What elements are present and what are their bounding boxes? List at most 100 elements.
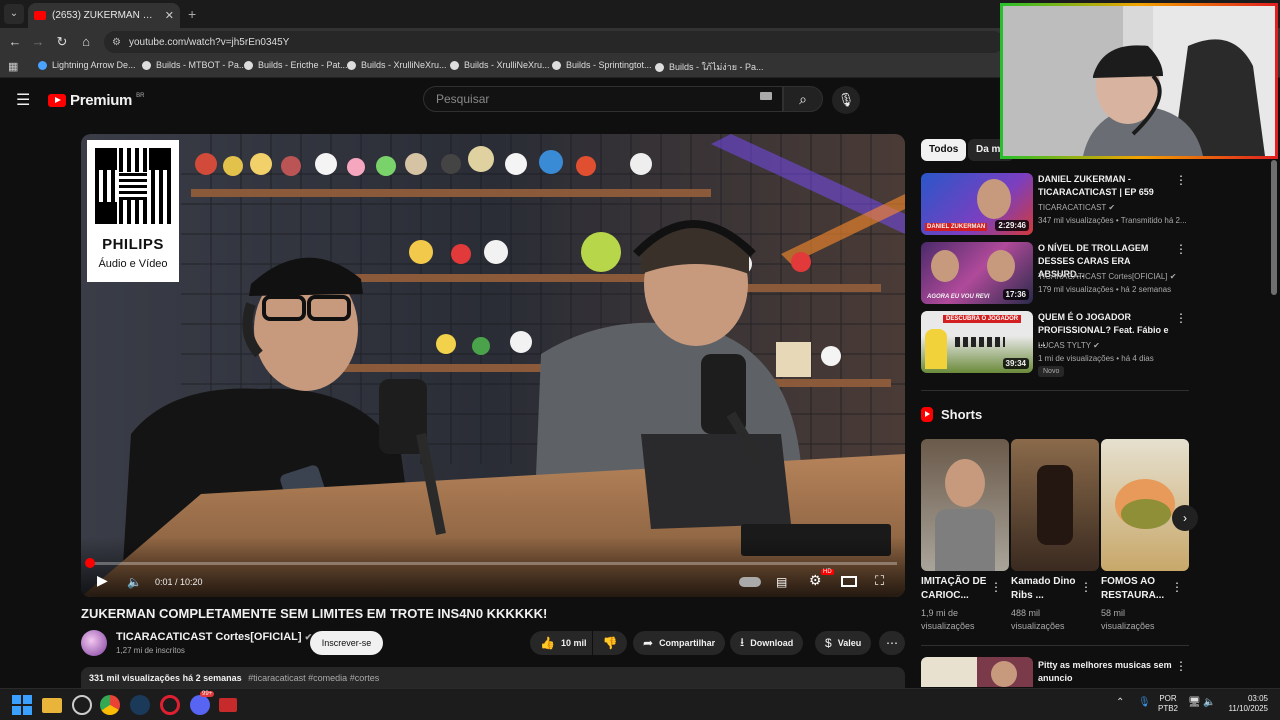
bookmark-item[interactable]: Builds - MTBOT - Pa...: [142, 60, 246, 70]
volume-icon[interactable]: 🔈: [127, 575, 142, 589]
volume-tray-icon[interactable]: 🔈: [1203, 697, 1215, 708]
video-thumbnail[interactable]: AGORA EU VOU REVI 17:36: [921, 242, 1033, 304]
chrome-icon[interactable]: [100, 695, 120, 715]
hashtags[interactable]: #ticaracaticast #comedia #cortes: [248, 673, 379, 683]
short-title[interactable]: Kamado Dino Ribs ...: [1011, 575, 1087, 603]
bookmark-item[interactable]: Builds - Ericthe - Pat...: [244, 60, 348, 70]
subtitles-icon[interactable]: ▤: [776, 575, 787, 589]
chip-all[interactable]: Todos: [921, 139, 967, 161]
bookmark-item[interactable]: Builds - XrulliNeXru...: [347, 60, 447, 70]
bookmark-item[interactable]: Builds - XrulliNeXru...: [450, 60, 550, 70]
more-vertical-icon[interactable]: ⋮: [1175, 242, 1187, 256]
fullscreen-icon[interactable]: ⛶: [875, 573, 884, 589]
play-icon[interactable]: ▶: [97, 572, 108, 589]
search-button[interactable]: ⌕: [783, 86, 823, 112]
bookmark-label: Builds - XrulliNeXru...: [464, 60, 550, 70]
share-button[interactable]: ➦ Compartilhar: [633, 631, 726, 655]
input-language[interactable]: POR PTB2: [1158, 694, 1178, 714]
video-thumbnail[interactable]: [921, 657, 1033, 687]
channel-avatar[interactable]: [81, 630, 107, 656]
bookmark-item[interactable]: Lightning Arrow De...: [38, 60, 136, 70]
more-actions-button[interactable]: ⋯: [879, 631, 905, 655]
dislike-button[interactable]: 👎: [593, 631, 627, 655]
youtube-logo[interactable]: Premium BR: [48, 92, 144, 109]
new-tab-icon[interactable]: +: [188, 6, 196, 22]
video-frame: [81, 134, 905, 597]
system-clock[interactable]: 03:05 11/10/2025: [1224, 694, 1268, 714]
more-vertical-icon[interactable]: ⋮: [1175, 311, 1187, 325]
video-thumbnail[interactable]: DESCUBRA O JOGADOR 39:34: [921, 311, 1033, 373]
back-icon[interactable]: ←: [6, 33, 24, 51]
tab-search-button[interactable]: ⌄: [4, 4, 24, 24]
video-channel: LUCAS TYLTY ✔: [1038, 341, 1100, 350]
short-thumbnail[interactable]: [1011, 439, 1099, 571]
more-vertical-icon[interactable]: ⋮: [990, 580, 1002, 594]
short-thumbnail[interactable]: [921, 439, 1009, 571]
webcam-frame: [1003, 6, 1275, 156]
media-app-icon[interactable]: [219, 698, 237, 712]
recommended-video[interactable]: AGORA EU VOU REVI 17:36 O NÍVEL DE TROLL…: [921, 242, 1193, 304]
opera-gx-icon[interactable]: [160, 695, 180, 715]
file-explorer-icon[interactable]: [42, 698, 62, 713]
download-label: Download: [750, 638, 794, 648]
download-button[interactable]: ⭳ Download: [730, 631, 804, 655]
bookmark-item[interactable]: Builds - ใภ้ไม่ง่าย - Pa...: [655, 60, 764, 74]
recommended-video[interactable]: DANIEL ZUKERMAN 2:29:46 DANIEL ZUKERMAN …: [921, 173, 1193, 235]
search-placeholder: Pesquisar: [436, 92, 490, 106]
settings-gear-icon[interactable]: ⚙: [809, 572, 822, 589]
microphone-tray-icon[interactable]: 🎙: [1138, 697, 1151, 708]
discord-icon[interactable]: 99+: [190, 691, 215, 715]
more-vertical-icon[interactable]: ⋮: [1171, 580, 1183, 594]
bookmark-label: Builds - Sprintingtot...: [566, 60, 652, 70]
home-icon[interactable]: ⌂: [77, 33, 95, 51]
apps-grid-icon[interactable]: ▦: [8, 60, 18, 73]
bookmark-label: Builds - MTBOT - Pa...: [156, 60, 247, 70]
short-views: 1,9 mi de visualizações: [921, 608, 975, 631]
subscribe-button[interactable]: Inscrever-se: [310, 631, 383, 655]
video-duration: 17:36: [1002, 289, 1029, 300]
country-code: BR: [136, 92, 145, 99]
short-title[interactable]: FOMOS AO RESTAURA...: [1101, 575, 1177, 603]
thanks-button[interactable]: $ Valeu: [815, 631, 872, 655]
site-info-icon[interactable]: ⚙: [112, 37, 121, 48]
like-button[interactable]: 👍 10 mil: [530, 631, 592, 655]
video-thumbnail[interactable]: DANIEL ZUKERMAN 2:29:46: [921, 173, 1033, 235]
thumbnail-face: [931, 250, 959, 282]
progress-bar[interactable]: [85, 558, 897, 568]
forward-icon[interactable]: →: [29, 33, 47, 51]
download-icon: ⭳: [740, 634, 745, 649]
recommended-video[interactable]: DESCUBRA O JOGADOR 39:34 QUEM É O JOGADO…: [921, 311, 1193, 377]
tray-overflow-icon[interactable]: ⌃: [1116, 697, 1124, 708]
browser-tab-title: (2653) ZUKERMAN COMPLETAM: [52, 10, 159, 21]
shorts-next-button[interactable]: ›: [1172, 505, 1198, 531]
page-scrollbar[interactable]: [1271, 160, 1277, 295]
more-vertical-icon[interactable]: ⋮: [1175, 659, 1187, 673]
channel-name[interactable]: TICARACATICAST Cortes[OFICIAL] ✔: [116, 631, 312, 643]
steam-icon[interactable]: [130, 695, 150, 715]
description-box[interactable]: 331 mil visualizações há 2 semanas #tica…: [81, 667, 905, 689]
network-icon[interactable]: 🖥: [1188, 697, 1201, 708]
bookmark-favicon-icon: [450, 60, 459, 70]
autoplay-toggle[interactable]: [739, 577, 761, 587]
game-overlay-icon[interactable]: [72, 695, 92, 715]
clock-date: 11/10/2025: [1228, 704, 1268, 713]
voice-search-button[interactable]: 🎙: [832, 86, 860, 114]
keyboard-icon[interactable]: [760, 92, 772, 100]
close-tab-icon[interactable]: ✕: [165, 9, 174, 22]
bookmark-item[interactable]: Builds - Sprintingtot...: [552, 60, 652, 70]
url-field[interactable]: ⚙ youtube.com/watch?v=jh5rEn0345Y: [104, 31, 1004, 53]
new-badge: Novo: [1038, 366, 1065, 377]
reload-icon[interactable]: ↻: [53, 33, 71, 51]
theater-mode-icon[interactable]: [841, 576, 857, 587]
search-input[interactable]: Pesquisar: [423, 86, 783, 112]
video-player[interactable]: PHILIPS Áudio e Vídeo ▶ 🔈 0:01 / 10:20 ▤…: [81, 134, 905, 597]
short-title[interactable]: IMITAÇÃO DE CARIOC...: [921, 575, 997, 603]
recommended-video[interactable]: Pitty as melhores musicas sem anuncio ⋮: [921, 657, 1193, 687]
more-vertical-icon[interactable]: ⋮: [1175, 173, 1187, 187]
more-vertical-icon[interactable]: ⋮: [1080, 580, 1092, 594]
hamburger-menu-icon[interactable]: ☰: [16, 90, 30, 110]
windows-start-icon[interactable]: [12, 695, 32, 715]
browser-tab-active[interactable]: (2653) ZUKERMAN COMPLETAM ✕: [28, 3, 180, 28]
short-thumbnail[interactable]: [1101, 439, 1189, 571]
video-channel: TICARACATICAST Cortes[OFICIAL] ✔: [1038, 272, 1176, 281]
